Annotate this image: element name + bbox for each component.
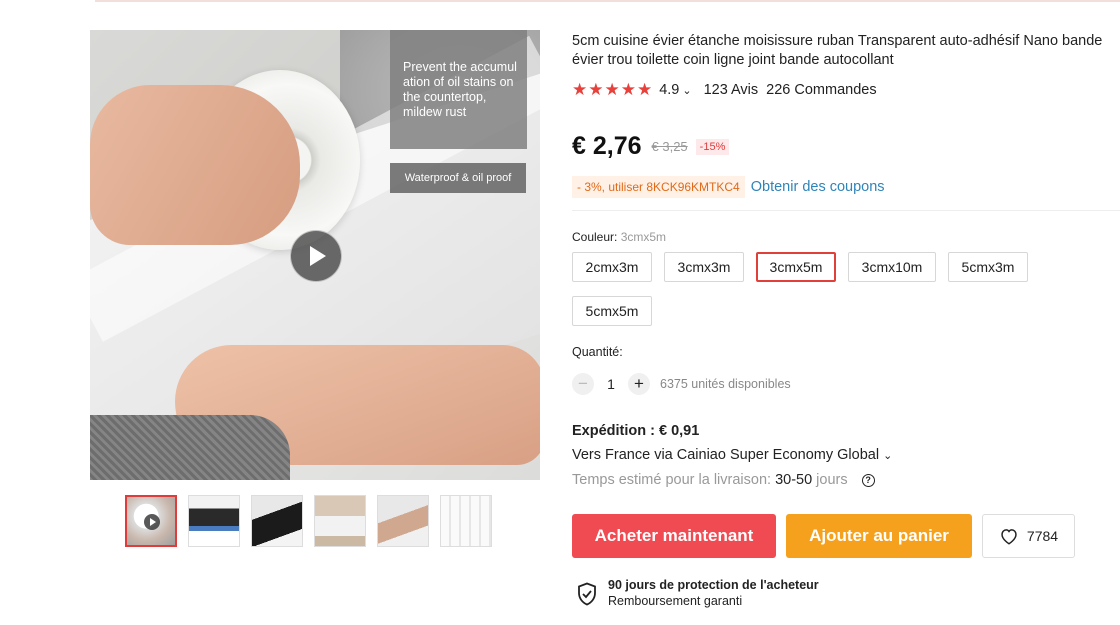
- rating-row: ★★★★★ 4.9 ⌄ 123 Avis 226 Commandes: [572, 80, 877, 100]
- thumbnail-video[interactable]: [125, 495, 177, 547]
- chevron-down-icon[interactable]: ⌄: [682, 84, 691, 97]
- play-icon: [144, 514, 160, 530]
- top-divider: [95, 0, 1120, 2]
- color-label: Couleur: 3cmx5m: [572, 230, 666, 244]
- thumbnail-image[interactable]: [377, 495, 429, 547]
- chevron-down-icon: ⌄: [883, 450, 893, 462]
- color-option-3cmx3m[interactable]: 3cmx3m: [664, 252, 744, 282]
- reviews-count[interactable]: 123 Avis: [704, 82, 759, 98]
- quantity-stepper: − 1 + 6375 unités disponibles: [572, 373, 791, 395]
- thumbnail-image[interactable]: [251, 495, 303, 547]
- quantity-value[interactable]: 1: [594, 376, 628, 392]
- thumbnail-image[interactable]: [440, 495, 492, 547]
- quantity-label: Quantité:: [572, 345, 623, 359]
- heart-icon: [1001, 529, 1017, 545]
- delivery-estimate-value: 30-50: [775, 472, 813, 488]
- original-price: € 3,25: [651, 139, 688, 154]
- wishlist-button[interactable]: 7784: [982, 514, 1075, 558]
- sleeve-photo: [90, 415, 290, 480]
- play-video-icon[interactable]: [290, 230, 342, 282]
- buyer-protection: 90 jours de protection de l'acheteur Rem…: [576, 578, 819, 609]
- current-price: € 2,76: [572, 132, 642, 160]
- orders-count: 226 Commandes: [766, 82, 877, 98]
- shipping-method-text: Vers France via Cainiao Super Economy Gl…: [572, 447, 880, 463]
- selected-color-value: 3cmx5m: [620, 230, 667, 244]
- coupon-code-badge[interactable]: - 3%, utiliser 8KCK96KMTKC4: [572, 176, 745, 198]
- quantity-increase-button[interactable]: +: [628, 373, 650, 395]
- coupon-row: - 3%, utiliser 8KCK96KMTKC4 Obtenir des …: [572, 176, 885, 198]
- delivery-estimate: Temps estimé pour la livraison: 30-50 jo…: [572, 472, 875, 488]
- color-option-3cmx10m[interactable]: 3cmx10m: [848, 252, 936, 282]
- section-divider: [572, 210, 1120, 211]
- hand-photo: [90, 85, 300, 245]
- color-label-text: Couleur:: [572, 230, 618, 244]
- color-option-5cmx5m[interactable]: 5cmx5m: [572, 296, 652, 326]
- help-icon[interactable]: ?: [861, 473, 875, 487]
- protection-subtitle: Remboursement garanti: [608, 594, 743, 608]
- product-title: 5cm cuisine évier étanche moisissure rub…: [572, 33, 1103, 68]
- buy-now-button[interactable]: Acheter maintenant: [572, 514, 776, 558]
- delivery-estimate-label: Temps estimé pour la livraison:: [572, 472, 772, 488]
- thumbnail-strip: [125, 495, 492, 547]
- get-coupons-link[interactable]: Obtenir des coupons: [751, 179, 885, 195]
- delivery-estimate-unit: jours: [816, 472, 848, 488]
- color-option-3cmx5m[interactable]: 3cmx5m: [756, 252, 836, 282]
- rating-score[interactable]: 4.9: [659, 82, 679, 98]
- shipping-method-dropdown[interactable]: Vers France via Cainiao Super Economy Gl…: [572, 447, 892, 463]
- color-option-5cmx3m[interactable]: 5cmx3m: [948, 252, 1028, 282]
- main-product-image[interactable]: Prevent the accumul ation of oil stains …: [90, 30, 540, 480]
- promo-overlay-badge: Waterproof & oil proof: [390, 163, 526, 193]
- wishlist-count: 7784: [1026, 528, 1059, 544]
- discount-badge: -15%: [695, 138, 730, 155]
- add-to-cart-button[interactable]: Ajouter au panier: [786, 514, 972, 558]
- star-rating-icons: ★★★★★: [572, 80, 654, 99]
- promo-overlay-text: Prevent the accumul ation of oil stains …: [390, 30, 527, 149]
- thumbnail-image[interactable]: [314, 495, 366, 547]
- shipping-cost: Expédition : € 0,91: [572, 423, 700, 439]
- color-option-2cmx3m[interactable]: 2cmx3m: [572, 252, 652, 282]
- price-row: € 2,76 € 3,25 -15%: [572, 132, 730, 161]
- protection-title: 90 jours de protection de l'acheteur: [608, 578, 819, 592]
- thumbnail-image[interactable]: [188, 495, 240, 547]
- stock-available: 6375 unités disponibles: [660, 377, 791, 391]
- quantity-decrease-button[interactable]: −: [572, 373, 594, 395]
- shield-check-icon: [578, 582, 596, 605]
